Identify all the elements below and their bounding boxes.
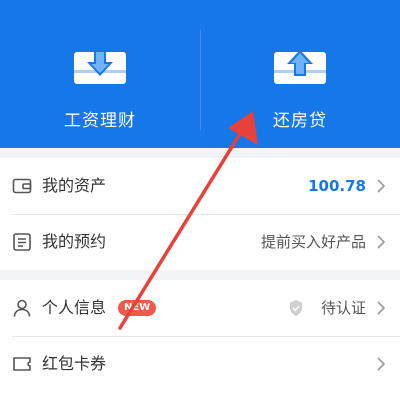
salary-finance-label: 工资理财 <box>64 111 136 131</box>
wallet-icon <box>12 178 32 194</box>
assets-amount: 100.78 <box>308 177 366 195</box>
chevron-right-icon <box>377 179 386 193</box>
repay-mortgage-button[interactable]: 还房贷 <box>200 0 400 148</box>
shield-icon <box>290 300 302 316</box>
calendar-list-icon <box>13 233 31 251</box>
download-card-icon <box>74 50 126 84</box>
account-group: 我的资产 100.78 我的预约 提前买入好产品 <box>0 158 400 270</box>
top-banner: 工资理财 还房贷 <box>0 0 400 148</box>
upload-card-icon <box>274 50 326 84</box>
chevron-right-icon <box>377 235 386 249</box>
my-assets-row[interactable]: 我的资产 100.78 <box>0 158 400 214</box>
coupons-row[interactable]: 红包卡券 <box>0 336 400 392</box>
repay-mortgage-label: 还房贷 <box>273 111 327 131</box>
user-icon <box>13 299 31 317</box>
profile-group: 个人信息 NEW 待认证 红包卡券 <box>0 280 400 407</box>
salary-finance-button[interactable]: 工资理财 <box>0 0 200 148</box>
personal-info-row[interactable]: 个人信息 NEW 待认证 <box>0 280 400 336</box>
chevron-right-icon <box>377 357 386 371</box>
my-booking-row[interactable]: 我的预约 提前买入好产品 <box>0 214 400 270</box>
my-assets-label: 我的资产 <box>42 176 107 195</box>
coupon-icon <box>13 357 31 371</box>
new-badge: NEW <box>118 300 157 316</box>
coupons-label: 红包卡券 <box>42 354 107 373</box>
my-booking-label: 我的预约 <box>42 232 107 251</box>
personal-info-label: 个人信息 <box>42 298 107 317</box>
booking-hint: 提前买入好产品 <box>260 233 366 251</box>
verification-status: 待认证 <box>320 299 366 317</box>
chevron-right-icon <box>377 301 386 315</box>
